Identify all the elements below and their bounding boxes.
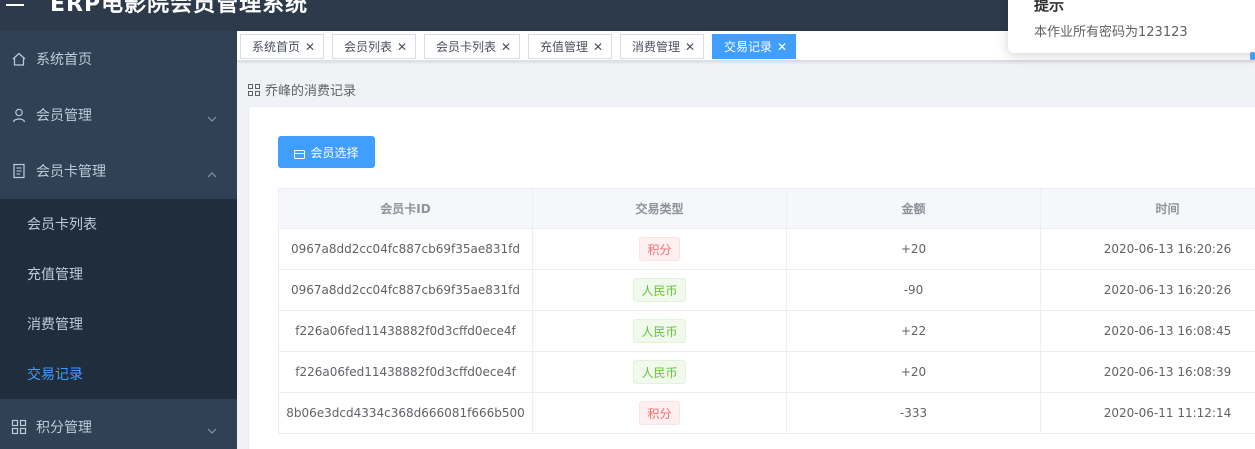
table-row[interactable]: f226a06fed11438882f0d3cffd0ece4f 人民币 +20… [279, 352, 1255, 393]
type-cell: 人民币 [533, 352, 787, 392]
sidebar-item-points[interactable]: 积分管理 [0, 399, 237, 449]
time-cell: 2020-06-13 16:08:39 [1041, 352, 1255, 392]
chevron-down-icon [207, 423, 217, 434]
card-id-cell: f226a06fed11438882f0d3cffd0ece4f [279, 352, 533, 392]
card-id-cell: 8b06e3dcd4334c368d666081f666b500 [279, 393, 533, 433]
type-badge: 人民币 [633, 278, 686, 302]
page-title: 乔峰的消费记录 [248, 80, 356, 99]
sidebar-subitem-label: 充值管理 [27, 267, 83, 283]
table-row[interactable]: 0967a8dd2cc04fc887cb69f35ae831fd 积分 +20 … [279, 229, 1255, 270]
tag-label: 系统首页 [252, 40, 301, 54]
time-cell: 2020-06-13 16:20:26 [1041, 270, 1255, 310]
tag-label: 会员列表 [344, 40, 393, 54]
close-icon[interactable]: ✕ [684, 41, 696, 53]
home-icon [11, 51, 27, 67]
column-header[interactable]: 金额 [787, 189, 1041, 228]
chevron-down-icon [207, 111, 217, 122]
tag-label: 充值管理 [540, 40, 589, 54]
notification-title: 提示 [1034, 0, 1065, 14]
column-header[interactable]: 会员卡ID [279, 189, 533, 228]
sidebar-item-label: 会员卡管理 [36, 164, 106, 180]
sidebar-subitem-recharge[interactable]: 充值管理 [0, 249, 237, 299]
card-id-cell: 0967a8dd2cc04fc887cb69f35ae831fd [279, 270, 533, 310]
type-cell: 人民币 [533, 311, 787, 351]
sidebar: 系统首页 会员管理 会员卡管理 会员卡列表 充值管理 消费管理 交易记录 积分管… [0, 31, 237, 449]
type-badge: 人民币 [633, 360, 686, 384]
sidebar-item-members[interactable]: 会员管理 [0, 87, 237, 143]
table-header: 会员卡ID 交易类型 金额 时间 [279, 189, 1255, 229]
sidebar-item-cards[interactable]: 会员卡管理 [0, 143, 237, 199]
sidebar-subitem-label: 会员卡列表 [27, 217, 97, 233]
card-id-cell: f226a06fed11438882f0d3cffd0ece4f [279, 311, 533, 351]
tag-recharge[interactable]: 充值管理 ✕ [528, 34, 612, 59]
select-member-label: 会员选择 [310, 145, 359, 160]
close-icon[interactable]: ✕ [592, 41, 604, 53]
amount-cell: -333 [787, 393, 1041, 433]
document-icon [11, 163, 27, 179]
column-header[interactable]: 时间 [1041, 189, 1255, 228]
tag-label: 会员卡列表 [436, 40, 497, 54]
type-badge: 积分 [639, 401, 680, 425]
transactions-table: 会员卡ID 交易类型 金额 时间 0967a8dd2cc04fc887cb69f… [278, 188, 1255, 434]
time-cell: 2020-06-13 16:08:45 [1041, 311, 1255, 351]
sidebar-item-label: 会员管理 [36, 108, 92, 124]
tag-label: 交易记录 [724, 40, 773, 54]
amount-cell: +20 [787, 352, 1041, 392]
card-icon [294, 148, 306, 159]
user-icon [11, 107, 27, 123]
grid-icon [248, 83, 260, 96]
table-row[interactable]: 8b06e3dcd4334c368d666081f666b500 积分 -333… [279, 393, 1255, 434]
sidebar-subitem-label: 交易记录 [27, 367, 83, 383]
table-row[interactable]: f226a06fed11438882f0d3cffd0ece4f 人民币 +22… [279, 311, 1255, 352]
sidebar-item-label: 积分管理 [36, 420, 92, 436]
type-badge: 人民币 [633, 319, 686, 343]
sidebar-subitem-consumption[interactable]: 消费管理 [0, 299, 237, 349]
table-row[interactable]: 0967a8dd2cc04fc887cb69f35ae831fd 人民币 -90… [279, 270, 1255, 311]
close-icon[interactable]: ✕ [776, 41, 788, 53]
app-title: ERP电影院会员管理系统 [50, 0, 309, 17]
close-icon[interactable]: ✕ [500, 41, 512, 53]
select-member-button[interactable]: 会员选择 [278, 136, 375, 168]
type-badge: 积分 [639, 237, 680, 261]
type-cell: 人民币 [533, 270, 787, 310]
grid-icon [11, 419, 27, 435]
type-cell: 积分 [533, 229, 787, 269]
tag-home[interactable]: 系统首页 ✕ [240, 34, 324, 59]
tag-transactions[interactable]: 交易记录 ✕ [712, 34, 796, 59]
scrollbar[interactable] [1250, 52, 1255, 60]
amount-cell: +22 [787, 311, 1041, 351]
page-title-text: 乔峰的消费记录 [265, 84, 357, 99]
card-id-cell: 0967a8dd2cc04fc887cb69f35ae831fd [279, 229, 533, 269]
time-cell: 2020-06-11 11:12:14 [1041, 393, 1255, 433]
type-cell: 积分 [533, 393, 787, 433]
hamburger-icon[interactable] [6, 0, 24, 6]
tag-label: 消费管理 [632, 40, 681, 54]
sidebar-item-label: 系统首页 [36, 52, 92, 68]
close-icon[interactable]: ✕ [396, 41, 408, 53]
tag-consumption[interactable]: 消费管理 ✕ [620, 34, 704, 59]
amount-cell: -90 [787, 270, 1041, 310]
tag-card-list[interactable]: 会员卡列表 ✕ [424, 34, 520, 59]
column-header[interactable]: 交易类型 [533, 189, 787, 228]
time-cell: 2020-06-13 16:20:26 [1041, 229, 1255, 269]
notification: 提示 本作业所有密码为123123 [1008, 0, 1255, 53]
notification-message: 本作业所有密码为123123 [1034, 25, 1188, 40]
sidebar-subitem-card-list[interactable]: 会员卡列表 [0, 199, 237, 249]
chevron-up-icon [207, 167, 217, 178]
amount-cell: +20 [787, 229, 1041, 269]
submenu-cards: 会员卡列表 充值管理 消费管理 交易记录 [0, 199, 237, 399]
sidebar-item-home[interactable]: 系统首页 [0, 31, 237, 87]
sidebar-subitem-transactions[interactable]: 交易记录 [0, 349, 237, 399]
tag-member-list[interactable]: 会员列表 ✕ [332, 34, 416, 59]
close-icon[interactable]: ✕ [304, 41, 316, 53]
sidebar-subitem-label: 消费管理 [27, 317, 83, 333]
